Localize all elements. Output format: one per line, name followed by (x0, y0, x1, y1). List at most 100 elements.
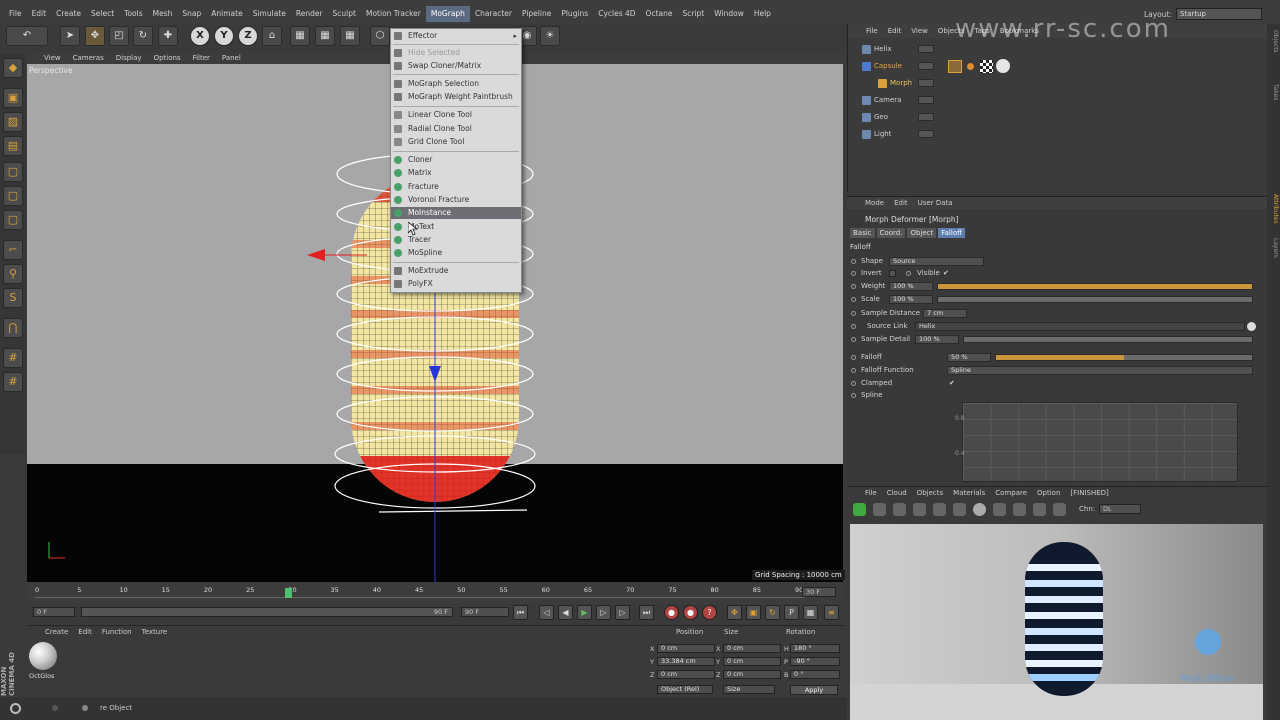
menu-create[interactable]: Create (51, 6, 86, 22)
scale-icon[interactable]: ◰ (109, 26, 129, 46)
menu-edit[interactable]: Edit (27, 6, 52, 22)
select-arrow-icon[interactable]: ➤ (60, 26, 80, 46)
object-row-light[interactable]: Light (854, 127, 1264, 142)
axis-z-button[interactable]: Z (238, 26, 258, 46)
visibility-flags[interactable] (918, 45, 934, 53)
timeline-playhead[interactable] (285, 588, 293, 598)
om-menu-file[interactable]: File (866, 27, 878, 35)
octane-material-tag-icon[interactable] (996, 59, 1010, 73)
next-frame-icon[interactable]: ▷ (596, 605, 611, 620)
object-row-camera[interactable]: Camera (854, 93, 1264, 108)
record-icon[interactable]: ● (664, 605, 679, 620)
pin-icon[interactable] (1013, 503, 1026, 516)
coordinate-mode-select[interactable]: Object (Rel) (657, 685, 713, 694)
preview-range-slider[interactable]: 90 F (81, 607, 453, 617)
menu-item-weight-paintbrush[interactable]: MoGraph Weight Paintbrush (391, 91, 521, 103)
render-preview[interactable]: Mark Wilson (850, 524, 1263, 720)
menu-item-effector[interactable]: Effector ▸ (391, 30, 521, 42)
rv-menu-compare[interactable]: Compare (995, 489, 1027, 497)
lock-icon[interactable] (953, 503, 966, 516)
object-row-capsule[interactable]: Capsule (854, 59, 1264, 74)
autokey-icon[interactable]: ● (683, 605, 698, 620)
mat-menu-edit[interactable]: Edit (78, 628, 92, 636)
source-link-field[interactable]: Helix (915, 322, 1245, 331)
dock-tab[interactable]: Attributes (1268, 194, 1279, 224)
menu-character[interactable]: Character (470, 6, 517, 22)
viewport-menu-panel[interactable]: Panel (222, 54, 241, 62)
grid-icon[interactable]: # (3, 348, 23, 368)
key-rotation-icon[interactable]: ↻ (765, 605, 780, 620)
key-position-icon[interactable]: ✥ (727, 605, 742, 620)
menu-mesh[interactable]: Mesh (148, 6, 178, 22)
viewport-menu-display[interactable]: Display (116, 54, 142, 62)
weight-field[interactable]: 100 % (889, 282, 933, 291)
menu-item-moextrude[interactable]: MoExtrude (391, 265, 521, 277)
object-row-geo[interactable]: Geo (854, 110, 1264, 125)
timeline-current-frame-field[interactable]: 30 F (802, 587, 836, 597)
viewport-menu-filter[interactable]: Filter (193, 54, 210, 62)
rv-menu-materials[interactable]: Materials (953, 489, 985, 497)
menu-script[interactable]: Script (677, 6, 709, 22)
visibility-flags[interactable] (918, 130, 934, 138)
menu-item-fracture[interactable]: Fracture (391, 181, 521, 193)
position-y-field[interactable]: 33.384 cm (657, 657, 715, 666)
position-x-field[interactable]: 0 cm (657, 644, 715, 653)
rv-menu-cloud[interactable]: Cloud (887, 489, 907, 497)
object-row-helix[interactable]: Helix (854, 42, 1264, 57)
timeline-ruler[interactable]: 0 5 10 15 20 25 30 35 40 45 50 55 60 65 70 75 80 85 90 30 … (27, 582, 843, 604)
menu-help[interactable]: Help (749, 6, 776, 22)
visibility-flags[interactable] (918, 62, 934, 70)
rotation-h-field[interactable]: 180 ° (790, 644, 840, 653)
clay-mode-icon[interactable] (993, 503, 1006, 516)
dock-tab[interactable]: Layers (1268, 238, 1279, 258)
menu-item-radial-clone-tool[interactable]: Radial Clone Tool (391, 123, 521, 135)
undo-icon[interactable]: ↶ (6, 26, 48, 46)
size-mode-select[interactable]: Size (723, 685, 775, 694)
rotation-b-field[interactable]: 0 ° (790, 670, 840, 679)
rv-menu-file[interactable]: File (865, 489, 877, 497)
tag-dot-icon[interactable] (967, 63, 974, 70)
menu-sculpt[interactable]: Sculpt (328, 6, 361, 22)
visible-checkbox[interactable]: ✔ (943, 268, 949, 279)
link-target-icon[interactable] (1247, 322, 1256, 331)
axis-mode-icon[interactable]: ⌐ (3, 240, 23, 260)
scale-field[interactable]: 100 % (889, 295, 933, 304)
menu-item-mograph-selection[interactable]: MoGraph Selection (391, 78, 521, 90)
menu-cycles4d[interactable]: Cycles 4D (593, 6, 640, 22)
material-tag-icon[interactable] (948, 60, 962, 73)
mat-menu-function[interactable]: Function (102, 628, 132, 636)
previous-key-icon[interactable]: ◁ (539, 605, 554, 620)
apply-button[interactable]: Apply (790, 685, 838, 695)
tab-falloff[interactable]: Falloff (938, 228, 965, 238)
menu-item-hide-selected[interactable]: Hide Selected (391, 47, 521, 59)
start-frame-field[interactable]: 0 F (33, 607, 75, 617)
axis-y-button[interactable]: Y (214, 26, 234, 46)
menu-item-cloner[interactable]: Cloner (391, 154, 521, 166)
menu-simulate[interactable]: Simulate (248, 6, 291, 22)
keyframe-selection-icon[interactable]: ? (702, 605, 717, 620)
attr-menu-user-data[interactable]: User Data (918, 199, 953, 207)
rv-menu-option[interactable]: Option (1037, 489, 1060, 497)
tab-object[interactable]: Object (907, 228, 937, 238)
make-editable-icon[interactable]: ◆ (3, 58, 23, 78)
previous-frame-icon[interactable]: ◀ (558, 605, 573, 620)
visibility-flags[interactable] (918, 113, 934, 121)
end-frame-field[interactable]: 90 F (461, 607, 509, 617)
snap-icon[interactable]: S (3, 288, 23, 308)
pick-focus-icon[interactable] (1033, 503, 1046, 516)
texture-mode-icon[interactable]: ▨ (3, 112, 23, 132)
invert-checkbox[interactable] (889, 270, 896, 277)
render-picture-viewer-icon[interactable]: ▦ (315, 26, 335, 46)
polygons-mode-icon[interactable]: ▢ (3, 210, 23, 230)
menu-item-matrix[interactable]: Matrix (391, 167, 521, 179)
menu-item-polyfx[interactable]: PolyFX (391, 278, 521, 290)
falloff-slider[interactable] (995, 354, 1253, 361)
spline-graph-editor[interactable]: 0.8 0.4 (955, 402, 1238, 482)
menu-pipeline[interactable]: Pipeline (517, 6, 556, 22)
attr-menu-edit[interactable]: Edit (894, 199, 908, 207)
rotate-icon[interactable]: ↻ (133, 26, 153, 46)
workplane-lock-icon[interactable]: # (3, 372, 23, 392)
viewport-menu-cameras[interactable]: Cameras (73, 54, 104, 62)
menu-snap[interactable]: Snap (177, 6, 206, 22)
viewport-menu-view[interactable]: View (44, 54, 61, 62)
